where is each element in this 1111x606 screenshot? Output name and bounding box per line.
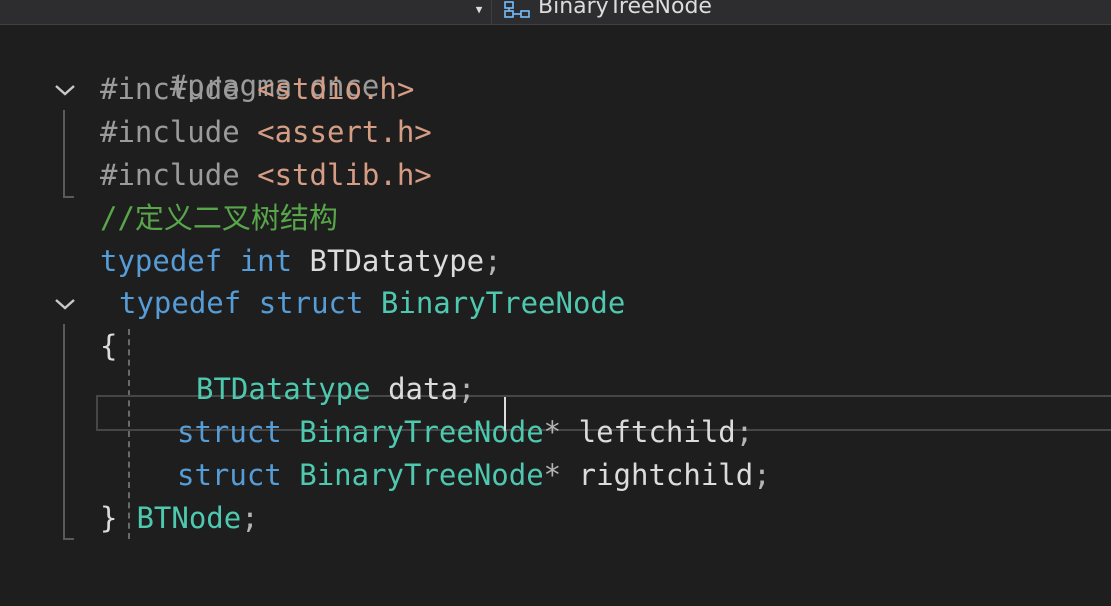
code-line-4: #include <stdlib.h>	[100, 155, 432, 195]
type-name: BinaryTreeNode	[299, 458, 544, 492]
pointer-star: *	[543, 458, 562, 492]
divider	[491, 0, 492, 24]
open-brace: {	[100, 329, 118, 363]
punctuation: ;	[457, 372, 476, 406]
outline-bracket	[63, 110, 65, 198]
code-line-6: typedef int BTDatatype;	[100, 241, 502, 281]
keyword: typedef	[100, 244, 223, 278]
code-line-8: {	[100, 326, 117, 366]
close-brace: }	[100, 501, 118, 535]
field-name: leftchild	[578, 415, 736, 449]
type-name: BTDatatype	[196, 372, 371, 406]
field-name: rightchild	[578, 458, 754, 492]
field-name: data	[388, 372, 458, 406]
identifier: BTDatatype	[309, 244, 485, 278]
type-name: BTNode	[136, 501, 242, 535]
include-header: <stdlib.h>	[257, 158, 432, 192]
code-line-10: struct BinaryTreeNode* leftchild;	[177, 412, 753, 452]
type-name: BinaryTreeNode	[380, 286, 626, 320]
code-line-9: BTDatatype data;	[196, 369, 475, 409]
keyword: int	[239, 244, 293, 278]
preprocessor-directive: #include	[100, 115, 258, 149]
keyword: struct	[258, 286, 364, 320]
keyword: struct	[177, 415, 282, 449]
code-line-1: #pragma once	[100, 26, 380, 103]
code-line-7: typedef struct BinaryTreeNode	[119, 283, 625, 323]
punctuation: ;	[241, 501, 259, 535]
punctuation: ;	[753, 458, 771, 492]
pointer-star: *	[543, 415, 562, 449]
outline-bracket	[63, 324, 65, 540]
keyword: typedef	[119, 286, 242, 320]
punctuation: ;	[484, 244, 502, 278]
text-caret	[504, 397, 506, 431]
comment: //定义二叉树结构	[100, 201, 338, 235]
code-line-3: #include <assert.h>	[100, 112, 432, 152]
code-line-11: struct BinaryTreeNode* rightchild;	[177, 455, 771, 495]
preprocessor-directive: #include	[100, 158, 258, 192]
include-header: <stdio.h>	[257, 72, 415, 106]
code-line-12: } BTNode;	[100, 498, 259, 538]
outline-bracket-end	[63, 538, 74, 540]
type-name: BinaryTreeNode	[299, 415, 544, 449]
class-icon	[504, 1, 530, 18]
include-header: <assert.h>	[257, 115, 432, 149]
collapse-chevron-icon[interactable]	[54, 82, 76, 98]
navigation-bar: ▼ BinaryTreeNode	[0, 0, 1111, 25]
code-line-2: #include <stdio.h>	[100, 69, 414, 109]
punctuation: ;	[735, 415, 754, 449]
outline-bracket-end	[63, 196, 74, 198]
dropdown-arrow-icon[interactable]: ▼	[472, 4, 486, 16]
keyword: struct	[177, 458, 282, 492]
code-editor[interactable]: #pragma once #include <stdio.h> #include…	[0, 24, 1111, 606]
code-line-5: //定义二叉树结构	[100, 198, 338, 238]
member-dropdown-label[interactable]: BinaryTreeNode	[538, 0, 712, 20]
preprocessor-directive: #include	[100, 72, 258, 106]
collapse-chevron-icon[interactable]	[54, 296, 76, 312]
